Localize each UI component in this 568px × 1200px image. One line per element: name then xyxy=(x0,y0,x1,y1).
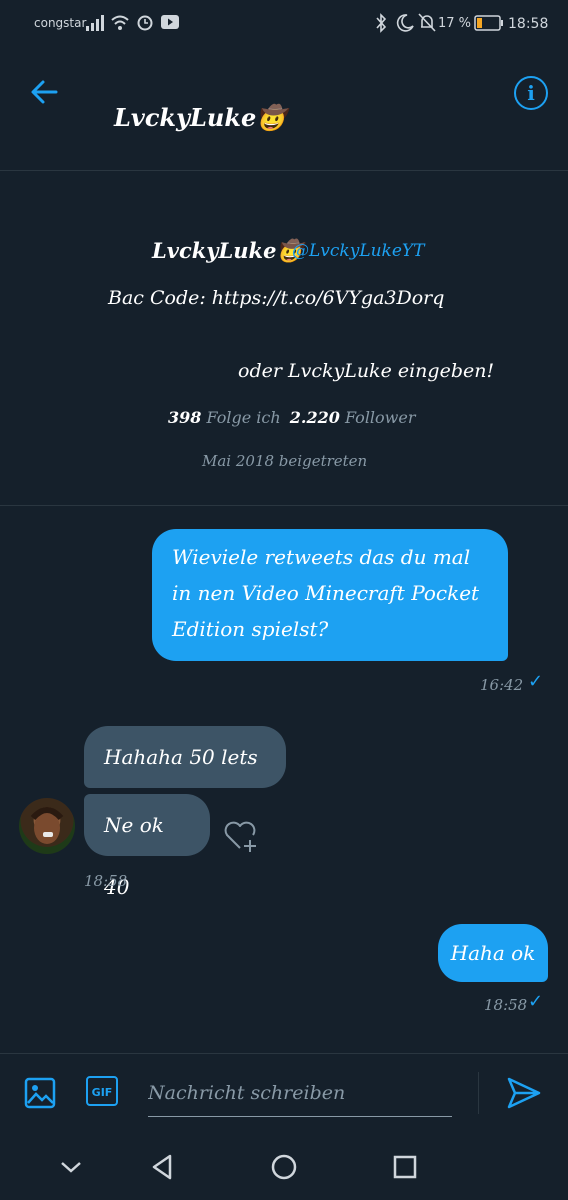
profile-bio-line1: Bac Code: https://t.co/6VYga3Dorq xyxy=(108,287,445,309)
back-button[interactable] xyxy=(26,74,62,110)
back-arrow-icon xyxy=(31,80,58,104)
profile-stats: 398 Folge ich 2.220 Follower xyxy=(168,408,416,427)
image-icon xyxy=(24,1077,56,1109)
nav-recents-button[interactable] xyxy=(390,1152,420,1182)
nav-hide-button[interactable] xyxy=(56,1152,86,1182)
followers-label[interactable]: Follower xyxy=(345,408,416,427)
carrier-label: congstar xyxy=(34,16,87,30)
react-button[interactable] xyxy=(222,818,260,854)
status-bar: congstar 17 % 18:58 xyxy=(0,0,568,50)
youtube-icon xyxy=(161,15,179,29)
wifi-icon xyxy=(111,15,129,30)
profile-bio-line2: oder LvckyLuke eingeben! xyxy=(238,360,495,382)
chevron-down-icon xyxy=(61,1162,81,1173)
profile-handle[interactable]: @LvckyLukeYT xyxy=(292,241,424,261)
circle-home-icon xyxy=(271,1154,297,1180)
square-recents-icon xyxy=(393,1155,417,1179)
message-bubble-incoming[interactable]: Hahaha 50 lets go xyxy=(84,726,286,831)
message-bubble-outgoing[interactable]: Wieviele retweets das du mal in nen Vide… xyxy=(152,529,508,661)
signal-icon xyxy=(86,15,104,31)
battery-percent: 17 % xyxy=(438,16,472,31)
send-button[interactable] xyxy=(506,1076,542,1110)
notification-off-icon xyxy=(418,13,436,32)
message-input[interactable] xyxy=(148,1070,452,1117)
alarm-icon xyxy=(137,15,153,31)
battery-icon xyxy=(474,15,503,31)
avatar[interactable] xyxy=(19,798,75,854)
divider xyxy=(0,505,568,506)
gif-button[interactable]: GIF xyxy=(86,1076,118,1106)
conversation-title[interactable]: LvckyLuke🤠 xyxy=(114,103,286,132)
avatar-image xyxy=(30,807,64,844)
send-icon xyxy=(507,1077,541,1109)
info-button[interactable]: i xyxy=(514,76,548,110)
check-icon: ✓ xyxy=(528,991,544,1012)
nav-back-button[interactable] xyxy=(148,1152,178,1182)
message-timestamp: 16:42 xyxy=(480,676,524,694)
moon-icon xyxy=(396,14,414,32)
divider xyxy=(478,1072,479,1114)
clock: 18:58 xyxy=(508,16,549,32)
add-image-button[interactable] xyxy=(24,1077,56,1109)
info-icon: i xyxy=(527,81,535,105)
message-timestamp: 18:58 xyxy=(484,996,528,1014)
heart-plus-icon xyxy=(224,821,256,852)
message-bubble-incoming[interactable]: Ne ok 40 xyxy=(84,794,210,899)
message-timestamp: 18:58 xyxy=(84,872,128,890)
followers-count[interactable]: 2.220 xyxy=(290,408,340,427)
bluetooth-icon xyxy=(376,13,387,33)
following-label[interactable]: Folge ich xyxy=(207,408,281,427)
check-icon: ✓ xyxy=(528,671,544,692)
triangle-back-icon xyxy=(152,1154,172,1180)
joined-date: Mai 2018 beigetreten xyxy=(202,452,368,470)
profile-name[interactable]: LvckyLuke🤠 xyxy=(152,238,303,264)
nav-home-button[interactable] xyxy=(269,1152,299,1182)
message-bubble-outgoing[interactable]: Haha ok xyxy=(438,924,548,982)
following-count[interactable]: 398 xyxy=(168,408,201,427)
